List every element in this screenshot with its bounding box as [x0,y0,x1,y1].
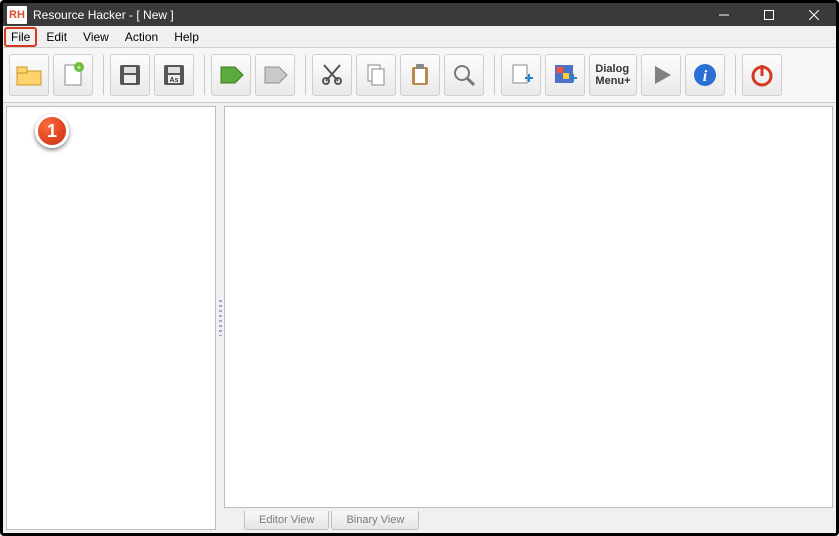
cut-button[interactable] [312,54,352,96]
clipboard-icon [406,61,434,89]
menu-file[interactable]: File [3,27,38,47]
right-pane: Editor View Binary View [224,106,833,530]
floppy-icon [116,61,144,89]
tag-grey-button[interactable] [255,54,295,96]
window-title: Resource Hacker - [ New ] [33,8,174,22]
minimize-button[interactable] [701,3,746,26]
find-button[interactable] [444,54,484,96]
new-button[interactable]: + [53,54,93,96]
tab-binary-view[interactable]: Binary View [331,511,419,530]
svg-text:+: + [77,63,82,72]
menu-edit[interactable]: Edit [38,27,75,47]
floppy-as-icon: As [160,61,188,89]
resource-plus-icon [551,61,579,89]
copy-button[interactable] [356,54,396,96]
resource-tree[interactable] [6,106,216,530]
titlebar: RH Resource Hacker - [ New ] [3,3,836,26]
dialog-menu-button[interactable]: Dialog Menu+ [589,54,637,96]
menu-help[interactable]: Help [166,27,207,47]
tab-editor-view[interactable]: Editor View [244,511,329,530]
splitter[interactable] [216,103,224,533]
page-plus-icon [507,61,535,89]
step-badge: 1 [35,114,69,148]
copy-icon [362,61,390,89]
info-button[interactable]: i [685,54,725,96]
menu-view[interactable]: View [75,27,117,47]
add-resource-button[interactable] [545,54,585,96]
client-area: Editor View Binary View [3,103,836,533]
info-icon: i [691,61,719,89]
app-icon: RH [7,6,27,24]
toolbar: 1 + As [3,48,836,103]
tag-grey-icon [261,61,289,89]
play-button[interactable] [641,54,681,96]
tag-green-icon [217,61,245,89]
save-button[interactable] [110,54,150,96]
close-button[interactable] [791,3,836,26]
open-button[interactable] [9,54,49,96]
new-file-icon: + [59,61,87,89]
play-icon [647,61,675,89]
scissors-icon [318,61,346,89]
editor-area[interactable] [224,106,833,508]
svg-text:As: As [170,77,179,84]
menu-file-label: File [11,30,30,44]
folder-open-icon [15,61,43,89]
maximize-button[interactable] [746,3,791,26]
view-tabs: Editor View Binary View [224,508,833,530]
save-as-button[interactable]: As [154,54,194,96]
svg-text:i: i [703,68,708,85]
menubar: File Edit View Action Help [3,26,836,48]
menu-action[interactable]: Action [117,27,166,47]
power-icon [748,61,776,89]
add-script-button[interactable] [501,54,541,96]
paste-button[interactable] [400,54,440,96]
exit-button[interactable] [742,54,782,96]
dialog-menu-label: Dialog Menu+ [595,63,630,87]
magnifier-icon [450,61,478,89]
tag-green-button[interactable] [211,54,251,96]
